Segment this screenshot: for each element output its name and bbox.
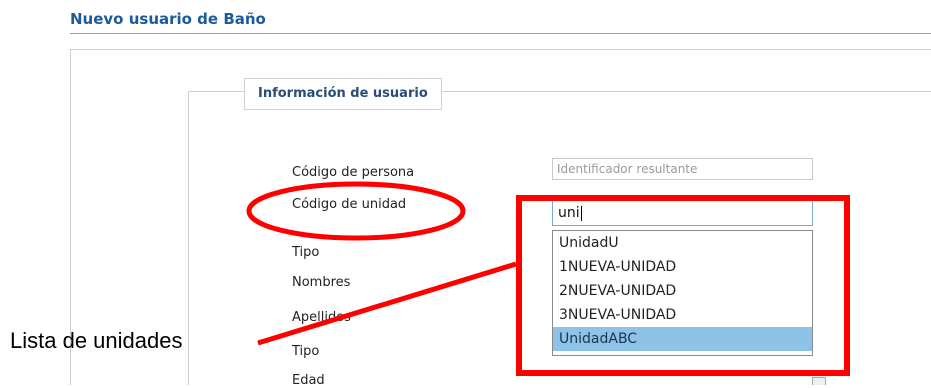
- codigo-persona-field[interactable]: Identificador resultante: [552, 158, 813, 180]
- label-codigo-unidad: Código de unidad: [292, 197, 407, 212]
- codigo-unidad-value: uni: [558, 205, 580, 221]
- label-tipo-2: Tipo: [292, 344, 320, 359]
- fieldset-legend: Información de usuario: [258, 86, 428, 101]
- codigo-unidad-input[interactable]: uni: [552, 200, 813, 226]
- dropdown-arrow-icon[interactable]: [812, 377, 826, 385]
- unit-suggestion-list[interactable]: UnidadU 1NUEVA-UNIDAD 2NUEVA-UNIDAD 3NUE…: [552, 230, 813, 356]
- unit-option-highlighted[interactable]: UnidadABC: [553, 327, 812, 351]
- unit-option[interactable]: 3NUEVA-UNIDAD: [553, 303, 812, 327]
- unit-option[interactable]: 2NUEVA-UNIDAD: [553, 279, 812, 303]
- label-tipo: Tipo: [292, 245, 320, 260]
- label-codigo-persona: Código de persona: [292, 165, 415, 180]
- annotation-label: Lista de unidades: [10, 328, 183, 353]
- label-nombres: Nombres: [292, 275, 351, 290]
- label-apellidos: Apellidos: [292, 310, 351, 325]
- title-divider: [70, 33, 931, 34]
- label-edad: Edad: [292, 373, 325, 388]
- text-cursor: [580, 205, 582, 221]
- unit-option[interactable]: 1NUEVA-UNIDAD: [553, 255, 812, 279]
- page-title: Nuevo usuario de Baño: [70, 10, 266, 28]
- unit-option[interactable]: UnidadU: [553, 231, 812, 255]
